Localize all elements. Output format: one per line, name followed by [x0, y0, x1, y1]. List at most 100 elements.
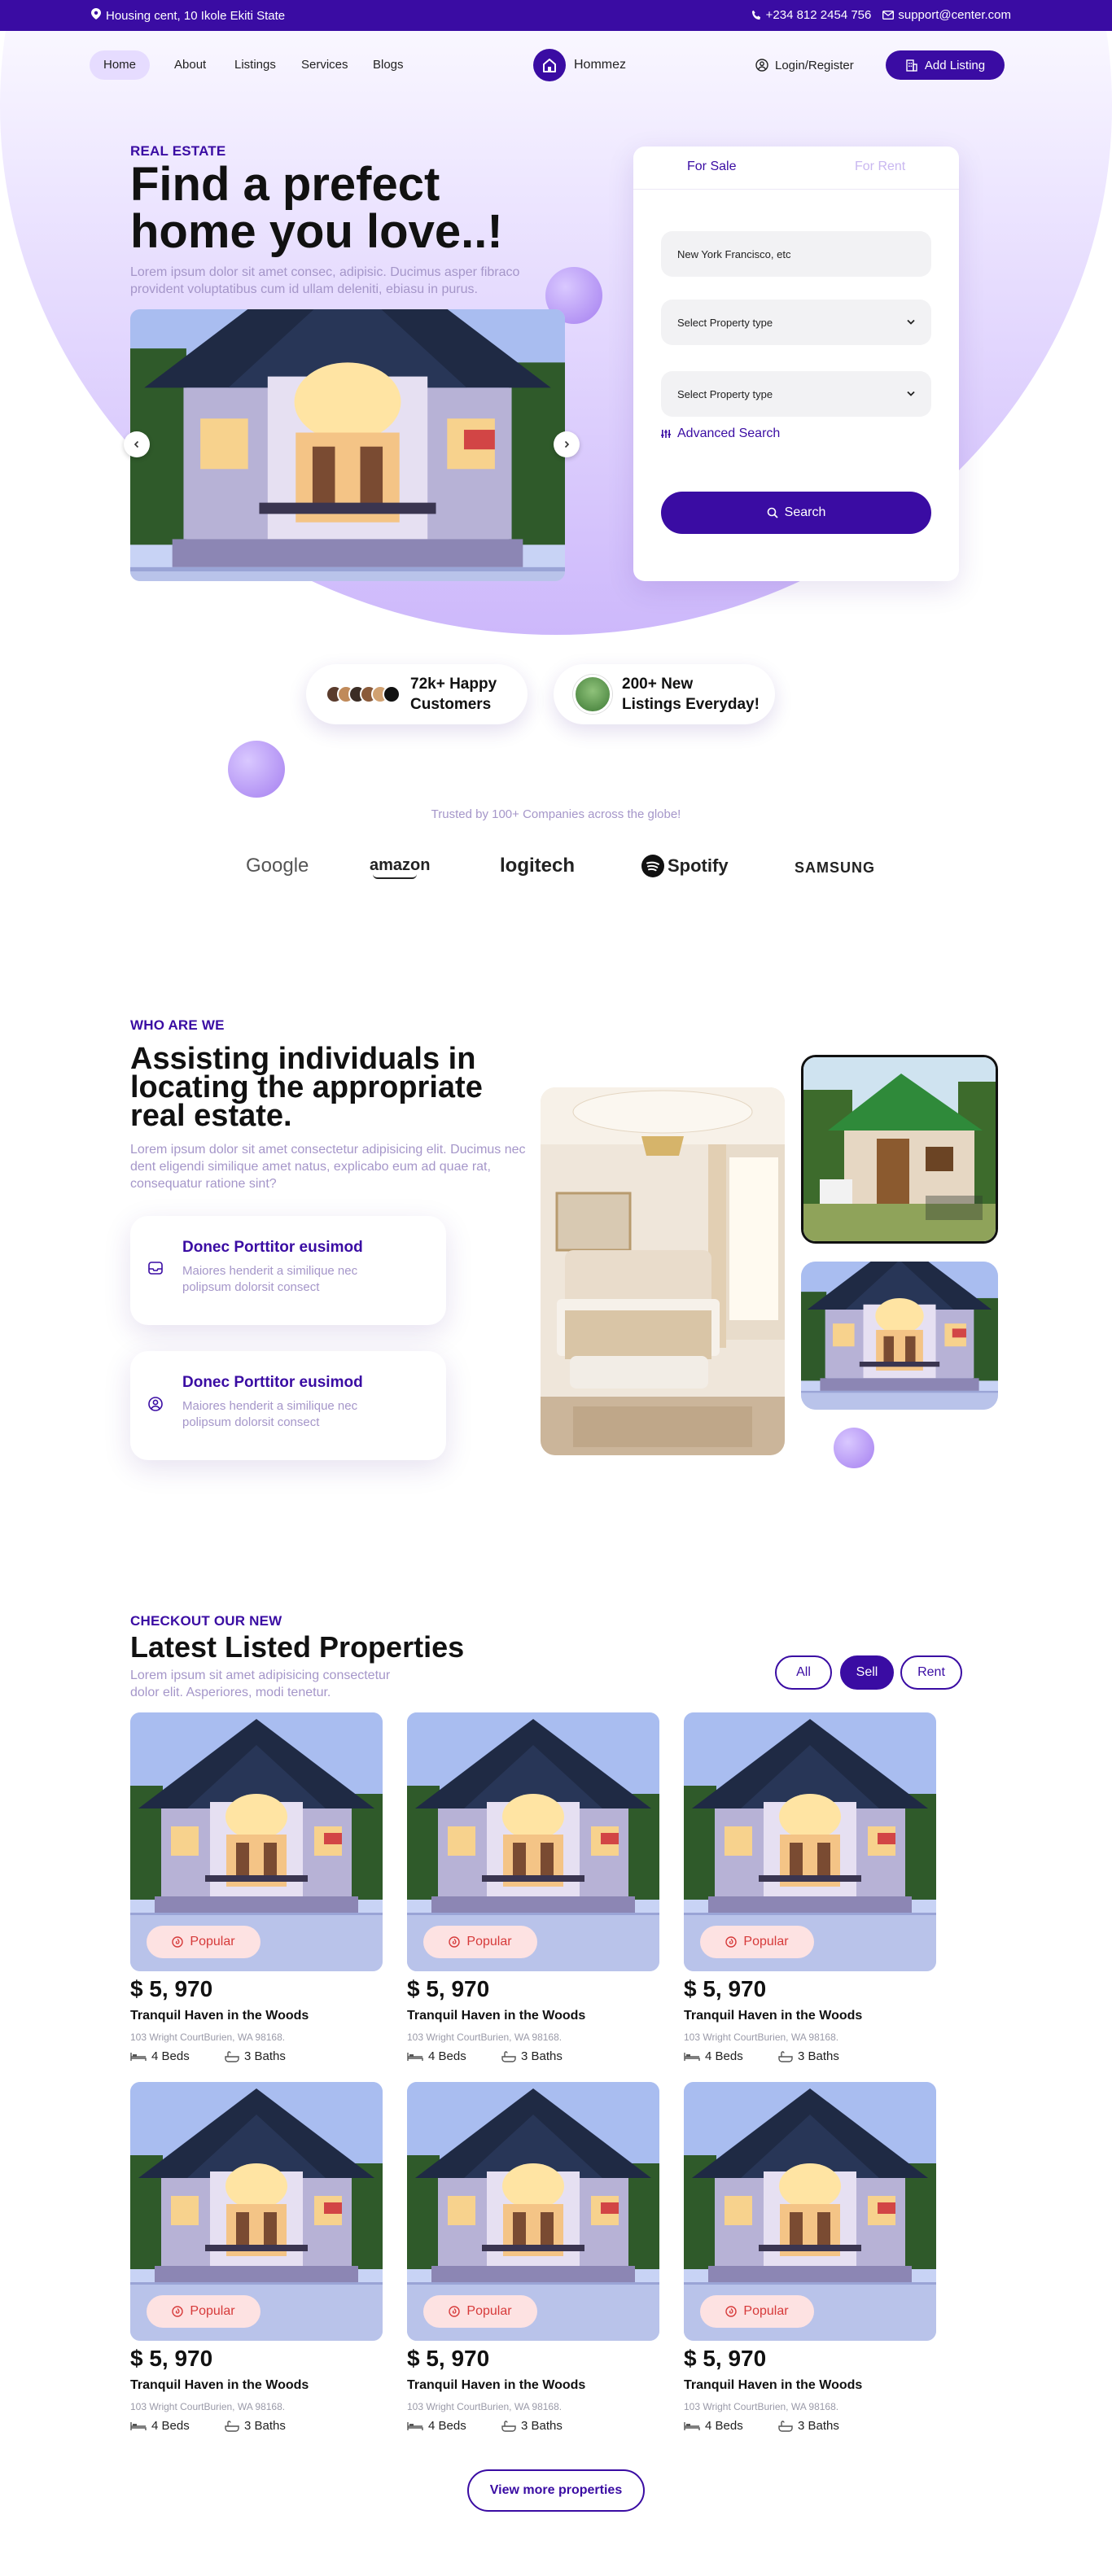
- tab-for-sale[interactable]: For Sale: [687, 160, 736, 174]
- property-name: Tranquil Haven in the Woods: [407, 2009, 586, 2023]
- phone-text: +234 812 2454 756: [765, 8, 872, 22]
- baths-info: 3 Baths: [778, 2049, 839, 2063]
- bath-icon: [501, 2420, 516, 2432]
- property-name: Tranquil Haven in the Woods: [684, 2009, 863, 2023]
- nav-about[interactable]: About: [174, 50, 206, 80]
- property-card[interactable]: Popular $ 5, 970 Tranquil Haven in the W…: [407, 2082, 659, 2433]
- customers-stat-line1: 72k+ Happy: [410, 676, 497, 693]
- phone-link[interactable]: +234 812 2454 756: [751, 8, 872, 22]
- property-price: $ 5, 970: [130, 1976, 213, 2001]
- carousel-prev-button[interactable]: [124, 431, 150, 457]
- location-pin-icon: [91, 8, 101, 23]
- listings-description: Lorem ipsum sit amet adipisicing consect…: [130, 1668, 391, 1699]
- happy-customers-badge: 72k+ Happy Customers: [306, 664, 528, 724]
- property-card[interactable]: Popular $ 5, 970 Tranquil Haven in the W…: [407, 1712, 659, 2063]
- brand-name: Hommez: [574, 58, 627, 72]
- add-listing-button[interactable]: Add Listing: [886, 50, 1005, 80]
- baths-count: 3 Baths: [521, 2419, 563, 2433]
- badge-label: Popular: [743, 2304, 789, 2318]
- property-type-select-2[interactable]: Select Property type: [661, 371, 931, 417]
- spotify-label: Spotify: [668, 855, 729, 876]
- property-name: Tranquil Haven in the Woods: [130, 2009, 309, 2023]
- filter-rent-button[interactable]: Rent: [900, 1655, 962, 1690]
- baths-count: 3 Baths: [798, 2049, 839, 2063]
- bed-icon: [130, 2052, 147, 2061]
- search-button-label: Search: [784, 505, 826, 519]
- hero-carousel-image: [130, 309, 565, 581]
- customer-avatars: [326, 685, 401, 703]
- property-type-select[interactable]: Select Property type: [661, 300, 931, 345]
- property-address: 103 Wright CourtBurien, WA 98168.: [684, 2031, 839, 2043]
- login-register-link[interactable]: Login/Register: [755, 50, 854, 80]
- chevron-down-icon: [907, 391, 915, 396]
- property-card[interactable]: Popular $ 5, 970 Tranquil Haven in the W…: [684, 1712, 936, 2063]
- badge-label: Popular: [190, 1935, 235, 1948]
- property-price: $ 5, 970: [684, 1976, 767, 2001]
- chevron-right-icon: [564, 440, 570, 448]
- top-bar: Housing cent, 10 Ikole Ekiti State +234 …: [0, 0, 1112, 31]
- feature-description: Maiores henderit a similique nec polipsu…: [182, 1399, 358, 1429]
- nav-services[interactable]: Services: [301, 50, 348, 80]
- customers-stat: 72k+ Happy Customers: [410, 674, 497, 715]
- property-type-select-2-value: Select Property type: [677, 387, 773, 400]
- amazon-logo: amazon: [370, 856, 431, 874]
- beds-info: 4 Beds: [130, 2419, 190, 2433]
- brand-logo[interactable]: Hommez: [533, 49, 626, 81]
- view-more-button[interactable]: View more properties: [467, 2469, 645, 2512]
- property-card[interactable]: Popular $ 5, 970 Tranquil Haven in the W…: [130, 1712, 383, 2063]
- listings-stat: 200+ New Listings Everyday!: [622, 674, 760, 715]
- beds-count: 4 Beds: [428, 2419, 466, 2433]
- carousel-next-button[interactable]: [554, 431, 580, 457]
- baths-count: 3 Baths: [244, 2419, 286, 2433]
- baths-info: 3 Baths: [225, 2049, 286, 2063]
- mail-icon: [882, 11, 895, 20]
- filter-sell-button[interactable]: Sell: [840, 1655, 894, 1690]
- spotify-icon: [641, 855, 664, 877]
- filter-all-button[interactable]: All: [775, 1655, 832, 1690]
- hero-description: Lorem ipsum dolor sit amet consec, adipi…: [130, 265, 520, 296]
- badge-label: Popular: [190, 2304, 235, 2318]
- flame-icon: [725, 1936, 738, 1948]
- listings-title: Latest Listed Properties: [130, 1630, 465, 1664]
- address-text: Housing cent, 10 Ikole Ekiti State: [106, 8, 286, 23]
- decor-bubble: [228, 741, 285, 798]
- nav-listings[interactable]: Listings: [234, 50, 276, 80]
- flame-icon: [172, 2306, 184, 2317]
- chevron-down-icon: [907, 319, 915, 325]
- email-link[interactable]: support@center.com: [882, 8, 1011, 22]
- badge-label: Popular: [466, 2304, 512, 2318]
- avatar: [383, 685, 401, 703]
- about-description: Lorem ipsum dolor sit amet consectetur a…: [130, 1143, 526, 1191]
- contact-info: +234 812 2454 756 support@center.com: [751, 8, 1011, 22]
- property-card[interactable]: Popular $ 5, 970 Tranquil Haven in the W…: [130, 2082, 383, 2433]
- hero-title-line2: home you love..!: [130, 205, 503, 258]
- feature-title: Donec Porttitor eusimod: [182, 1374, 363, 1391]
- property-name: Tranquil Haven in the Woods: [407, 2378, 586, 2392]
- bed-icon: [684, 2421, 700, 2430]
- bath-icon: [501, 2050, 516, 2062]
- beds-count: 4 Beds: [705, 2049, 743, 2063]
- property-type-select-value: Select Property type: [677, 316, 773, 329]
- baths-info: 3 Baths: [501, 2049, 563, 2063]
- baths-count: 3 Baths: [244, 2049, 286, 2063]
- logitech-logo: logitech: [500, 855, 576, 877]
- beds-info: 4 Beds: [130, 2049, 190, 2063]
- bed-icon: [407, 2421, 423, 2430]
- feature-title: Donec Porttitor eusimod: [182, 1239, 363, 1256]
- nav-home[interactable]: Home: [90, 50, 150, 80]
- property-address: 103 Wright CourtBurien, WA 98168.: [407, 2031, 563, 2043]
- about-title-line2: locating the appropriate: [130, 1070, 483, 1104]
- location-input[interactable]: New York Francisco, etc: [661, 231, 931, 277]
- baths-count: 3 Baths: [798, 2419, 839, 2433]
- bath-icon: [778, 2420, 793, 2432]
- property-address: 103 Wright CourtBurien, WA 98168.: [407, 2401, 563, 2412]
- property-card[interactable]: Popular $ 5, 970 Tranquil Haven in the W…: [684, 2082, 936, 2433]
- advanced-search-link[interactable]: Advanced Search: [661, 426, 780, 441]
- search-button[interactable]: Search: [661, 492, 931, 534]
- flame-icon: [449, 2306, 461, 2317]
- nav-blogs[interactable]: Blogs: [373, 50, 404, 80]
- building-icon: [906, 59, 917, 72]
- baths-info: 3 Baths: [501, 2419, 563, 2433]
- tab-for-rent[interactable]: For Rent: [855, 160, 905, 174]
- property-name: Tranquil Haven in the Woods: [130, 2378, 309, 2392]
